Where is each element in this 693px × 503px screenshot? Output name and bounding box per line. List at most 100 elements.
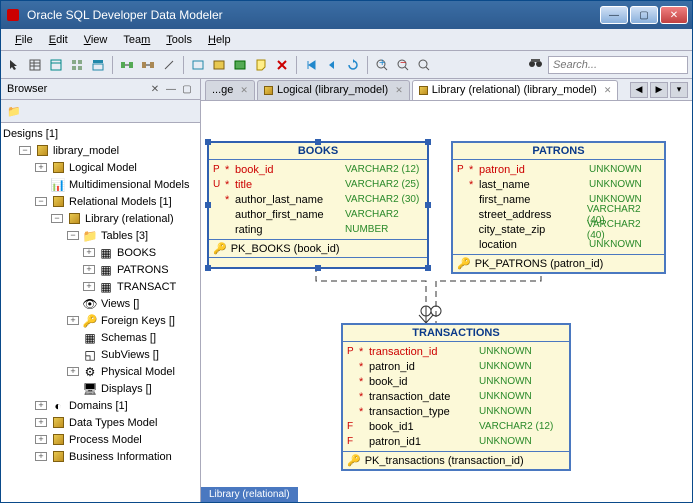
- tree-domains[interactable]: +◐Domains [1]: [1, 397, 200, 414]
- zoom-fit-icon[interactable]: [415, 56, 433, 74]
- binoculars-icon[interactable]: [528, 57, 544, 72]
- entity-patrons[interactable]: PATRONS P*patron_idUNKNOWN*last_nameUNKN…: [451, 141, 666, 274]
- tree-process-model[interactable]: +Process Model: [1, 431, 200, 448]
- menu-tools[interactable]: Tools: [158, 32, 200, 48]
- entity-books[interactable]: BOOKS P*book_idVARCHAR2 (12)U*titleVARCH…: [207, 141, 429, 269]
- tab-next-icon[interactable]: ▶: [650, 82, 668, 98]
- tree-table-patrons[interactable]: +▦PATRONS: [1, 261, 200, 278]
- tab-prev-icon[interactable]: ◀: [630, 82, 648, 98]
- relation2-icon[interactable]: [139, 56, 157, 74]
- column-row: *transaction_typeUNKNOWN: [347, 404, 565, 419]
- menubar: File Edit View Team Tools Help: [1, 29, 692, 51]
- svg-text:+: +: [379, 59, 385, 69]
- column-row: *last_nameUNKNOWN: [457, 177, 660, 192]
- entity-transactions[interactable]: TRANSACTIONS P*transaction_idUNKNOWN*pat…: [341, 323, 571, 471]
- refresh-icon[interactable]: [344, 56, 362, 74]
- folder-icon[interactable]: 📁: [5, 102, 23, 120]
- tree-relational-models[interactable]: −Relational Models [1]: [1, 193, 200, 210]
- entity-icon[interactable]: [89, 56, 107, 74]
- tree-foreign-keys[interactable]: +🔑Foreign Keys []: [1, 312, 200, 329]
- diagram-canvas[interactable]: BOOKS P*book_idVARCHAR2 (12)U*titleVARCH…: [201, 101, 692, 502]
- tree-table-books[interactable]: +▦BOOKS: [1, 244, 200, 261]
- tree-displays[interactable]: 🖥Displays []: [1, 380, 200, 397]
- column-row: P*transaction_idUNKNOWN: [347, 344, 565, 359]
- close-icon[interactable]: ✕: [395, 85, 403, 96]
- yellow-rect-icon[interactable]: [210, 56, 228, 74]
- app-icon: [5, 7, 21, 23]
- column-row: U*titleVARCHAR2 (25): [213, 177, 423, 192]
- column-row: *transaction_dateUNKNOWN: [347, 389, 565, 404]
- tree-business-info[interactable]: +Business Information: [1, 448, 200, 465]
- rect-icon[interactable]: [189, 56, 207, 74]
- tab-0[interactable]: ...ge✕: [205, 80, 255, 100]
- first-icon[interactable]: [302, 56, 320, 74]
- column-row: locationUNKNOWN: [457, 237, 660, 252]
- window-title: Oracle SQL Developer Data Modeler: [27, 8, 600, 22]
- titlebar: Oracle SQL Developer Data Modeler — ▢ ✕: [1, 1, 692, 29]
- browser-panel: Browser ✕ — ▢ 📁 Designs [1] −library_mod…: [1, 79, 201, 502]
- note-icon[interactable]: [252, 56, 270, 74]
- minimize-button[interactable]: —: [600, 6, 628, 24]
- table-icon[interactable]: [26, 56, 44, 74]
- pointer-icon[interactable]: [5, 56, 23, 74]
- entity-title: BOOKS: [209, 143, 427, 160]
- toolbar: + −: [1, 51, 692, 79]
- column-row: city_state_zipVARCHAR2 (40): [457, 222, 660, 237]
- tree-library-relational[interactable]: −Library (relational): [1, 210, 200, 227]
- tab-list-icon[interactable]: ▾: [670, 82, 688, 98]
- panel-close-icon[interactable]: ✕: [148, 82, 162, 96]
- tree-data-types[interactable]: +Data Types Model: [1, 414, 200, 431]
- column-row: *patron_idUNKNOWN: [347, 359, 565, 374]
- tab-relational[interactable]: Library (relational) (library_model)✕: [412, 80, 619, 100]
- menu-edit[interactable]: Edit: [41, 32, 76, 48]
- delete-icon[interactable]: [273, 56, 291, 74]
- close-button[interactable]: ✕: [660, 6, 688, 24]
- tree-views[interactable]: 👁Views []: [1, 295, 200, 312]
- relation-icon[interactable]: [118, 56, 136, 74]
- tree-physical-model[interactable]: +⚙Physical Model: [1, 363, 200, 380]
- menu-file[interactable]: File: [7, 32, 41, 48]
- browser-tree: Designs [1] −library_model +Logical Mode…: [1, 123, 200, 502]
- column-row: Fpatron_id1UNKNOWN: [347, 434, 565, 449]
- key-icon: 🔑: [457, 257, 471, 270]
- tree-logical-model[interactable]: +Logical Model: [1, 159, 200, 176]
- svg-text:−: −: [400, 59, 406, 69]
- tree-tables[interactable]: −📁Tables [3]: [1, 227, 200, 244]
- column-row: P*patron_idUNKNOWN: [457, 162, 660, 177]
- panel-minimize-icon[interactable]: —: [164, 82, 178, 96]
- column-row: *author_last_nameVARCHAR2 (30): [213, 192, 423, 207]
- menu-team[interactable]: Team: [115, 32, 158, 48]
- tree-table-transact[interactable]: +▦TRANSACT: [1, 278, 200, 295]
- canvas-footer-tab[interactable]: Library (relational): [201, 487, 298, 502]
- green-rect-icon[interactable]: [231, 56, 249, 74]
- prev-icon[interactable]: [323, 56, 341, 74]
- editor-tabbar: ...ge✕ Logical (library_model)✕ Library …: [201, 79, 692, 101]
- column-row: *book_idUNKNOWN: [347, 374, 565, 389]
- zoom-out-icon[interactable]: −: [394, 56, 412, 74]
- entity-title: TRANSACTIONS: [343, 325, 569, 342]
- entity-title: PATRONS: [453, 143, 664, 160]
- tree-multidimensional[interactable]: 📊Multidimensional Models: [1, 176, 200, 193]
- maximize-button[interactable]: ▢: [630, 6, 658, 24]
- grid-icon[interactable]: [68, 56, 86, 74]
- key-icon: 🔑: [347, 454, 361, 467]
- key-icon: 🔑: [213, 242, 227, 255]
- menu-view[interactable]: View: [76, 32, 116, 48]
- search-input[interactable]: [548, 56, 688, 74]
- tab-logical[interactable]: Logical (library_model)✕: [257, 80, 410, 100]
- tree-library-model[interactable]: −library_model: [1, 142, 200, 159]
- tree-designs[interactable]: Designs [1]: [1, 125, 200, 142]
- column-row: ratingNUMBER: [213, 222, 423, 237]
- close-icon[interactable]: ✕: [240, 85, 248, 96]
- browser-title: Browser: [7, 83, 146, 95]
- column-row: Fbook_id1VARCHAR2 (12): [347, 419, 565, 434]
- panel-maximize-icon[interactable]: ▢: [180, 82, 194, 96]
- view-icon[interactable]: [47, 56, 65, 74]
- menu-help[interactable]: Help: [200, 32, 239, 48]
- close-icon[interactable]: ✕: [604, 85, 612, 96]
- column-row: P*book_idVARCHAR2 (12): [213, 162, 423, 177]
- tree-subviews[interactable]: ◱SubViews []: [1, 346, 200, 363]
- zoom-in-icon[interactable]: +: [373, 56, 391, 74]
- tree-schemas[interactable]: ▦Schemas []: [1, 329, 200, 346]
- line-icon[interactable]: [160, 56, 178, 74]
